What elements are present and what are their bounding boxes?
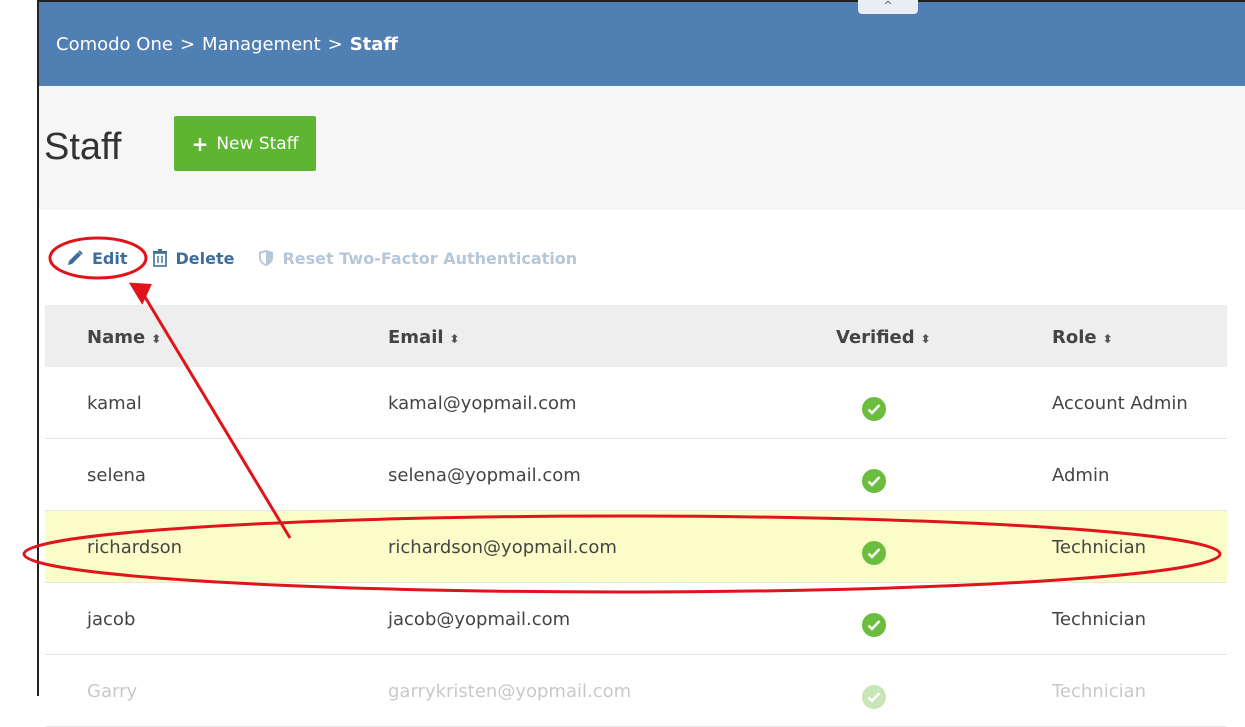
delete-button[interactable]: Delete: [152, 248, 235, 268]
table-row-selected[interactable]: richardson richardson@yopmail.com Techni…: [45, 511, 1227, 583]
column-header-verified[interactable]: Verified ⬍: [836, 327, 931, 348]
cell-name: kamal: [87, 393, 142, 414]
verified-check-icon: [862, 469, 886, 493]
verified-check-icon: [862, 685, 886, 709]
app-window: ^ Comodo One > Management > Staff Staff + Ne…: [0, 0, 1245, 727]
cell-name: selena: [87, 465, 146, 486]
reset-2fa-button[interactable]: Reset Two-Factor Authentication: [258, 249, 577, 268]
breadcrumb-item-management[interactable]: Management: [202, 34, 321, 55]
page-title: Staff: [44, 126, 122, 168]
breadcrumb-item-comodo-one[interactable]: Comodo One: [56, 34, 173, 55]
action-toolbar: Edit Delete Reset Two-Factor Authenticat…: [66, 244, 601, 272]
sort-icon: ⬍: [1102, 332, 1113, 346]
cell-email: garrykristen@yopmail.com: [388, 681, 632, 702]
annotation-arrow-head: [128, 282, 152, 305]
cell-role: Technician: [1052, 609, 1147, 630]
edit-button[interactable]: Edit: [66, 249, 128, 268]
reset-2fa-label: Reset Two-Factor Authentication: [282, 248, 578, 268]
cell-name: jacob: [87, 609, 136, 630]
edit-label: Edit: [92, 248, 128, 268]
breadcrumb-separator: >: [327, 34, 343, 55]
breadcrumb-separator: >: [179, 34, 196, 55]
cell-role: Technician: [1052, 537, 1147, 558]
column-header-role[interactable]: Role ⬍: [1052, 327, 1113, 348]
table-header: Name ⬍ Email ⬍ Verified ⬍ Role ⬍: [45, 305, 1227, 367]
cell-role: Account Admin: [1052, 393, 1188, 414]
cell-email: selena@yopmail.com: [388, 465, 581, 486]
cell-email: richardson@yopmail.com: [388, 537, 617, 558]
new-staff-label: New Staff: [216, 133, 299, 154]
cell-role: Technician: [1052, 681, 1147, 702]
trash-icon: [152, 249, 168, 267]
column-header-name[interactable]: Name ⬍: [87, 327, 161, 348]
sort-icon: ⬍: [449, 332, 460, 346]
new-staff-button[interactable]: + New Staff: [174, 116, 316, 171]
table-row[interactable]: Garry garrykristen@yopmail.com Technicia…: [45, 655, 1227, 727]
pencil-icon: [66, 249, 84, 267]
column-header-email[interactable]: Email ⬍: [388, 327, 460, 348]
cell-email: kamal@yopmail.com: [388, 393, 577, 414]
plus-icon: +: [191, 131, 209, 156]
verified-check-icon: [862, 541, 886, 565]
collapse-toggle[interactable]: ^: [858, 0, 918, 14]
sort-icon: ⬍: [920, 332, 931, 346]
table-row[interactable]: jacob jacob@yopmail.com Technician: [45, 583, 1227, 655]
verified-check-icon: [862, 397, 886, 421]
cell-role: Admin: [1052, 465, 1110, 486]
table-row[interactable]: kamal kamal@yopmail.com Account Admin: [45, 367, 1227, 439]
breadcrumb-item-staff: Staff: [349, 34, 399, 55]
cell-name: Garry: [87, 681, 138, 702]
table-row[interactable]: selena selena@yopmail.com Admin: [45, 439, 1227, 511]
sort-icon: ⬍: [151, 332, 162, 346]
verified-check-icon: [862, 613, 886, 637]
cell-name: richardson: [87, 537, 183, 558]
delete-label: Delete: [175, 248, 235, 268]
breadcrumb: Comodo One > Management > Staff: [56, 34, 398, 55]
shield-icon: [258, 249, 274, 267]
cell-email: jacob@yopmail.com: [388, 609, 571, 630]
